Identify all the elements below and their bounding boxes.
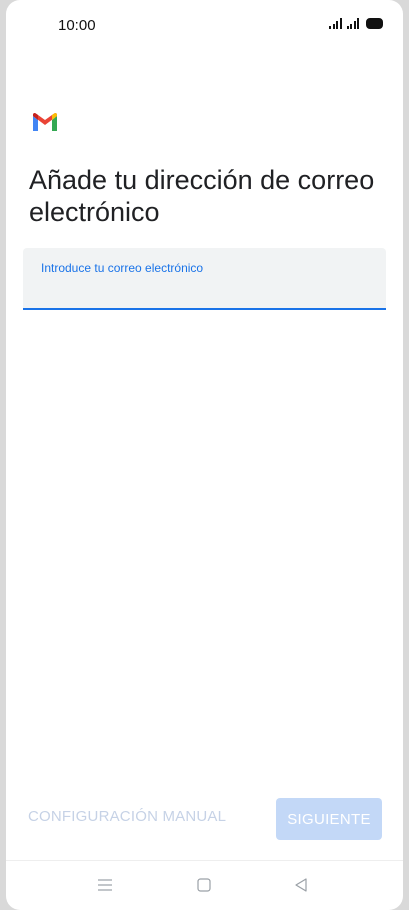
gmail-logo-icon — [33, 113, 57, 131]
next-button[interactable]: SIGUIENTE — [276, 798, 382, 840]
phone-screen: 10:00 Añade tu dirección de correo elect… — [6, 0, 403, 910]
status-bar: 10:00 — [6, 0, 403, 52]
battery-icon — [366, 18, 383, 29]
signal-icon — [329, 18, 342, 29]
menu-icon[interactable] — [94, 875, 116, 895]
email-field-label: Introduce tu correo electrónico — [41, 261, 204, 275]
navigation-bar — [6, 861, 403, 910]
page-title: Añade tu dirección de correo electrónico — [29, 165, 375, 227]
status-time: 10:00 — [58, 17, 96, 34]
email-field[interactable]: Introduce tu correo electrónico — [23, 248, 386, 310]
manual-config-button[interactable]: CONFIGURACIÓN MANUAL — [28, 808, 226, 825]
signal-icon — [346, 18, 359, 29]
status-icons — [329, 18, 383, 29]
email-input[interactable] — [41, 278, 371, 302]
back-icon[interactable] — [290, 875, 312, 895]
device-frame: 10:00 Añade tu dirección de correo elect… — [0, 0, 409, 910]
home-icon[interactable] — [193, 875, 215, 895]
